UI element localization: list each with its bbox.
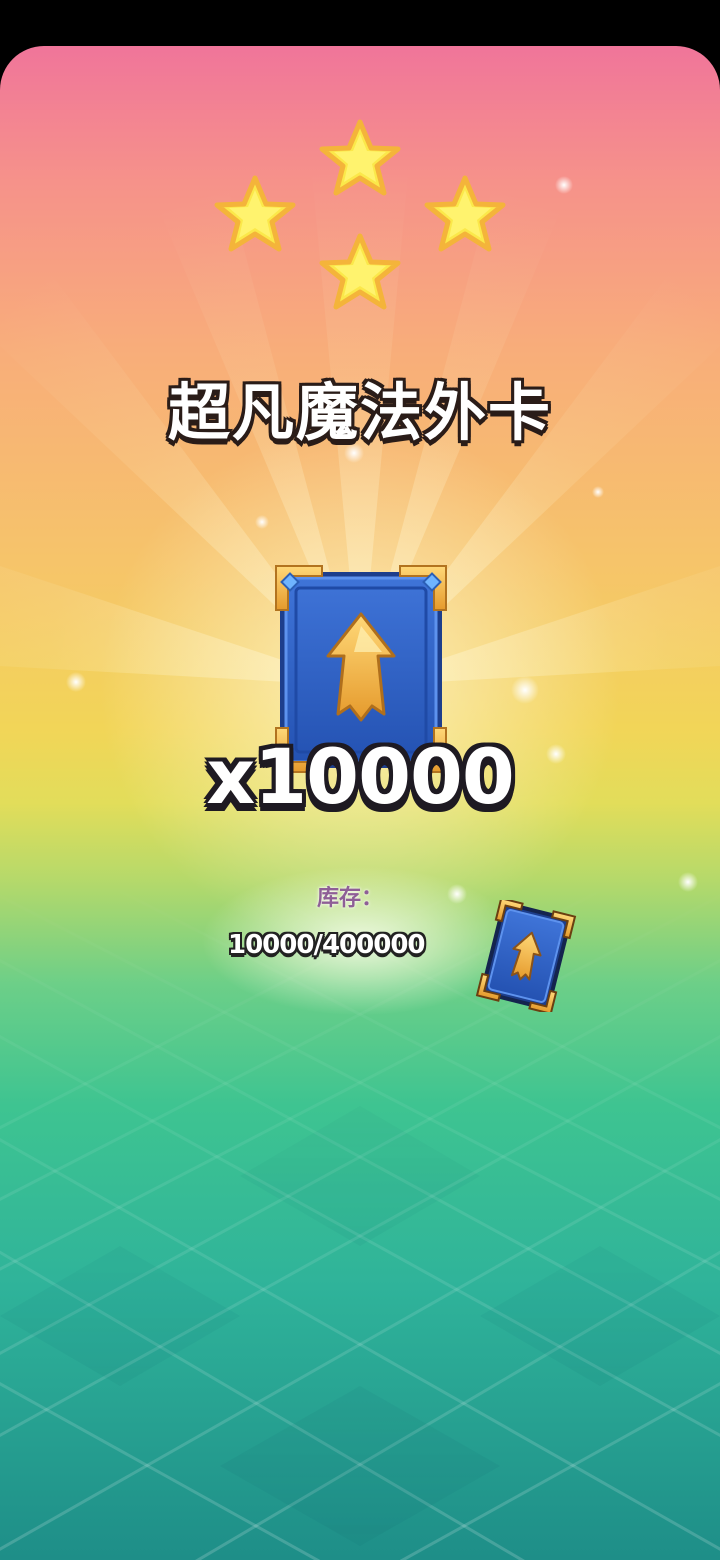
reward-quantity: x10000 bbox=[206, 732, 514, 821]
inventory-label: 库存： bbox=[316, 886, 383, 911]
magic-wild-card-small-icon bbox=[475, 900, 577, 1012]
reward-screen[interactable]: 超凡魔法外卡 x10000 库存： 10000/400000 bbox=[0, 46, 720, 1560]
reward-title: 超凡魔法外卡 bbox=[167, 376, 552, 449]
inventory-value: 10000/400000 bbox=[228, 930, 426, 960]
